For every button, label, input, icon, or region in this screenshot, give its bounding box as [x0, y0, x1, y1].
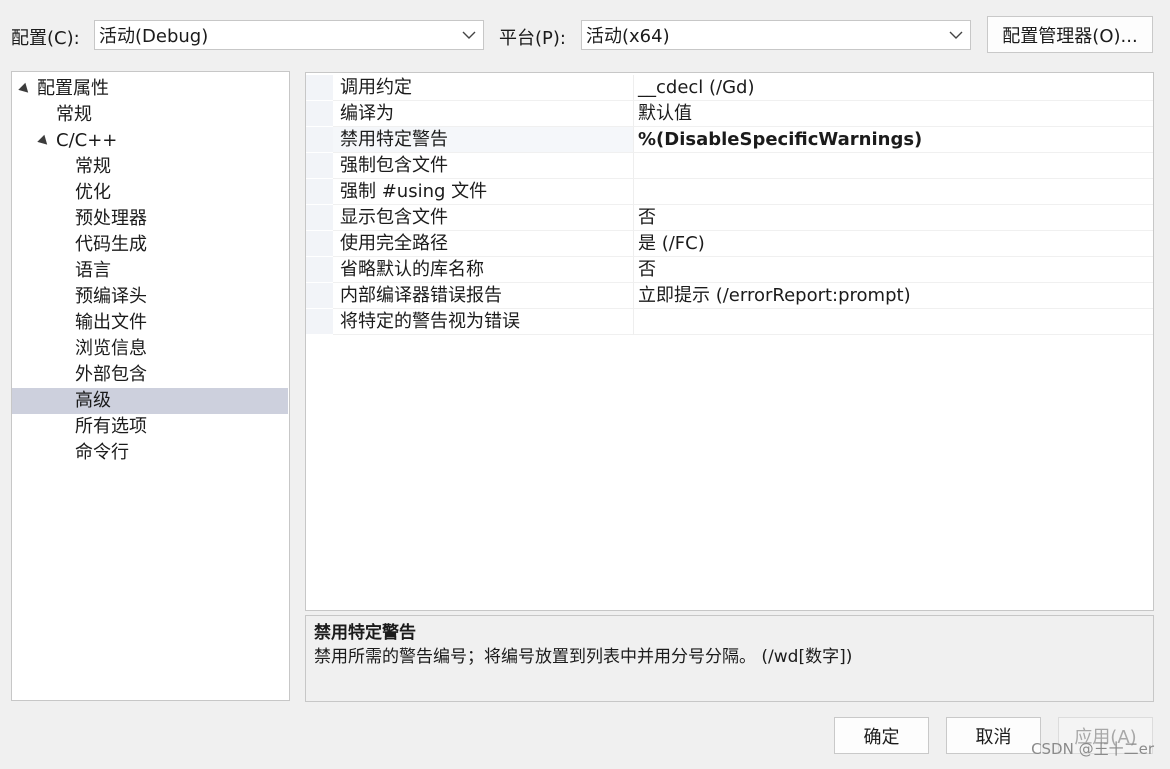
property-value[interactable]: 否: [634, 205, 1153, 231]
tree-item-label: 浏览信息: [75, 338, 147, 359]
tree-item-label: 优化: [75, 182, 111, 203]
property-name: 省略默认的库名称: [333, 257, 634, 283]
chevron-down-icon: [455, 31, 483, 40]
tree-item-external-includes[interactable]: 外部包含: [12, 362, 289, 388]
tree-item-general[interactable]: 常规: [12, 102, 289, 128]
tree-item-label: 预处理器: [75, 208, 147, 229]
property-name: 强制包含文件: [333, 153, 634, 179]
tree-item-language[interactable]: 语言: [12, 258, 289, 284]
property-value[interactable]: [634, 179, 1153, 205]
tree-item-label: 命令行: [75, 442, 129, 463]
tree-item-all-options[interactable]: 所有选项: [12, 414, 289, 440]
tree-item-label: 配置属性: [37, 78, 109, 99]
platform-dropdown-value: 活动(x64): [586, 26, 670, 47]
tree-item-config-properties[interactable]: 配置属性: [12, 76, 289, 102]
tree-item-label: 预编译头: [75, 286, 147, 307]
property-row-forced-using-file[interactable]: 强制 #using 文件: [306, 179, 1153, 205]
tree-item-cpp-general[interactable]: 常规: [12, 154, 289, 180]
tree-item-label: 代码生成: [75, 234, 147, 255]
tree-item-label: 所有选项: [75, 416, 147, 437]
tree-item-label: 输出文件: [75, 312, 147, 333]
tree-item-browse-information[interactable]: 浏览信息: [12, 336, 289, 362]
property-name: 显示包含文件: [333, 205, 634, 231]
platform-label: 平台(P):: [499, 28, 566, 49]
property-value[interactable]: %(DisableSpecificWarnings): [634, 127, 1153, 153]
property-value[interactable]: [634, 309, 1153, 335]
property-row-use-full-paths[interactable]: 使用完全路径 是 (/FC): [306, 231, 1153, 257]
tree-item-label: C/C++: [56, 130, 118, 151]
watermark: CSDN @王十二er: [1031, 740, 1154, 758]
tree-item-output-files[interactable]: 输出文件: [12, 310, 289, 336]
property-row-treat-warnings-as-errors[interactable]: 将特定的警告视为错误: [306, 309, 1153, 335]
tree-expanded-arrow-icon[interactable]: [18, 82, 32, 97]
property-name: 将特定的警告视为错误: [333, 309, 634, 335]
property-row-calling-convention[interactable]: 调用约定 __cdecl (/Gd): [306, 75, 1153, 101]
tree-item-preprocessor[interactable]: 预处理器: [12, 206, 289, 232]
property-tree[interactable]: 配置属性 常规 C/C++ 常规 优化 预处理器 代码生成 语言 预编译头 输出…: [11, 71, 290, 701]
description-title: 禁用特定警告: [314, 623, 416, 643]
property-name: 内部编译器错误报告: [333, 283, 634, 309]
property-row-forced-include-file[interactable]: 强制包含文件: [306, 153, 1153, 179]
property-value[interactable]: 立即提示 (/errorReport:prompt): [634, 283, 1153, 309]
property-value[interactable]: [634, 153, 1153, 179]
ok-button[interactable]: 确定: [834, 717, 929, 754]
tree-expanded-arrow-icon[interactable]: [37, 134, 51, 149]
property-row-disable-specific-warnings[interactable]: 禁用特定警告 %(DisableSpecificWarnings): [306, 127, 1153, 153]
property-name: 禁用特定警告: [333, 127, 634, 153]
tree-item-cpp[interactable]: C/C++: [12, 128, 289, 154]
config-dropdown-value: 活动(Debug): [99, 26, 209, 47]
property-value[interactable]: 是 (/FC): [634, 231, 1153, 257]
property-value[interactable]: 否: [634, 257, 1153, 283]
cancel-button[interactable]: 取消: [946, 717, 1041, 754]
tree-item-label: 常规: [75, 156, 111, 177]
tree-item-code-generation[interactable]: 代码生成: [12, 232, 289, 258]
tree-item-label: 常规: [56, 104, 92, 125]
config-label: 配置(C):: [11, 28, 80, 49]
tree-item-label: 外部包含: [75, 364, 147, 385]
chevron-down-icon: [942, 31, 970, 40]
property-name: 强制 #using 文件: [333, 179, 634, 205]
property-row-compile-as[interactable]: 编译为 默认值: [306, 101, 1153, 127]
tree-item-label: 语言: [75, 260, 111, 281]
config-manager-button[interactable]: 配置管理器(O)...: [987, 16, 1153, 53]
tree-item-optimization[interactable]: 优化: [12, 180, 289, 206]
property-value[interactable]: 默认值: [634, 101, 1153, 127]
property-row-show-includes[interactable]: 显示包含文件 否: [306, 205, 1153, 231]
property-row-omit-default-library-name[interactable]: 省略默认的库名称 否: [306, 257, 1153, 283]
tree-item-precompiled-headers[interactable]: 预编译头: [12, 284, 289, 310]
property-description-panel: 禁用特定警告 禁用所需的警告编号；将编号放置到列表中并用分号分隔。 (/wd[数…: [305, 615, 1154, 702]
tree-item-command-line[interactable]: 命令行: [12, 440, 289, 466]
platform-dropdown[interactable]: 活动(x64): [581, 20, 971, 50]
config-dropdown[interactable]: 活动(Debug): [94, 20, 484, 50]
tree-item-label: 高级: [75, 390, 111, 411]
property-value[interactable]: __cdecl (/Gd): [634, 75, 1153, 101]
description-text: 禁用所需的警告编号；将编号放置到列表中并用分号分隔。 (/wd[数字]): [314, 647, 853, 667]
property-name: 调用约定: [333, 75, 634, 101]
tree-item-advanced[interactable]: 高级: [12, 388, 288, 414]
property-name: 使用完全路径: [333, 231, 634, 257]
property-row-internal-compiler-error-reporting[interactable]: 内部编译器错误报告 立即提示 (/errorReport:prompt): [306, 283, 1153, 309]
property-name: 编译为: [333, 101, 634, 127]
property-grid[interactable]: 调用约定 __cdecl (/Gd) 编译为 默认值 禁用特定警告 %(Disa…: [305, 72, 1154, 611]
